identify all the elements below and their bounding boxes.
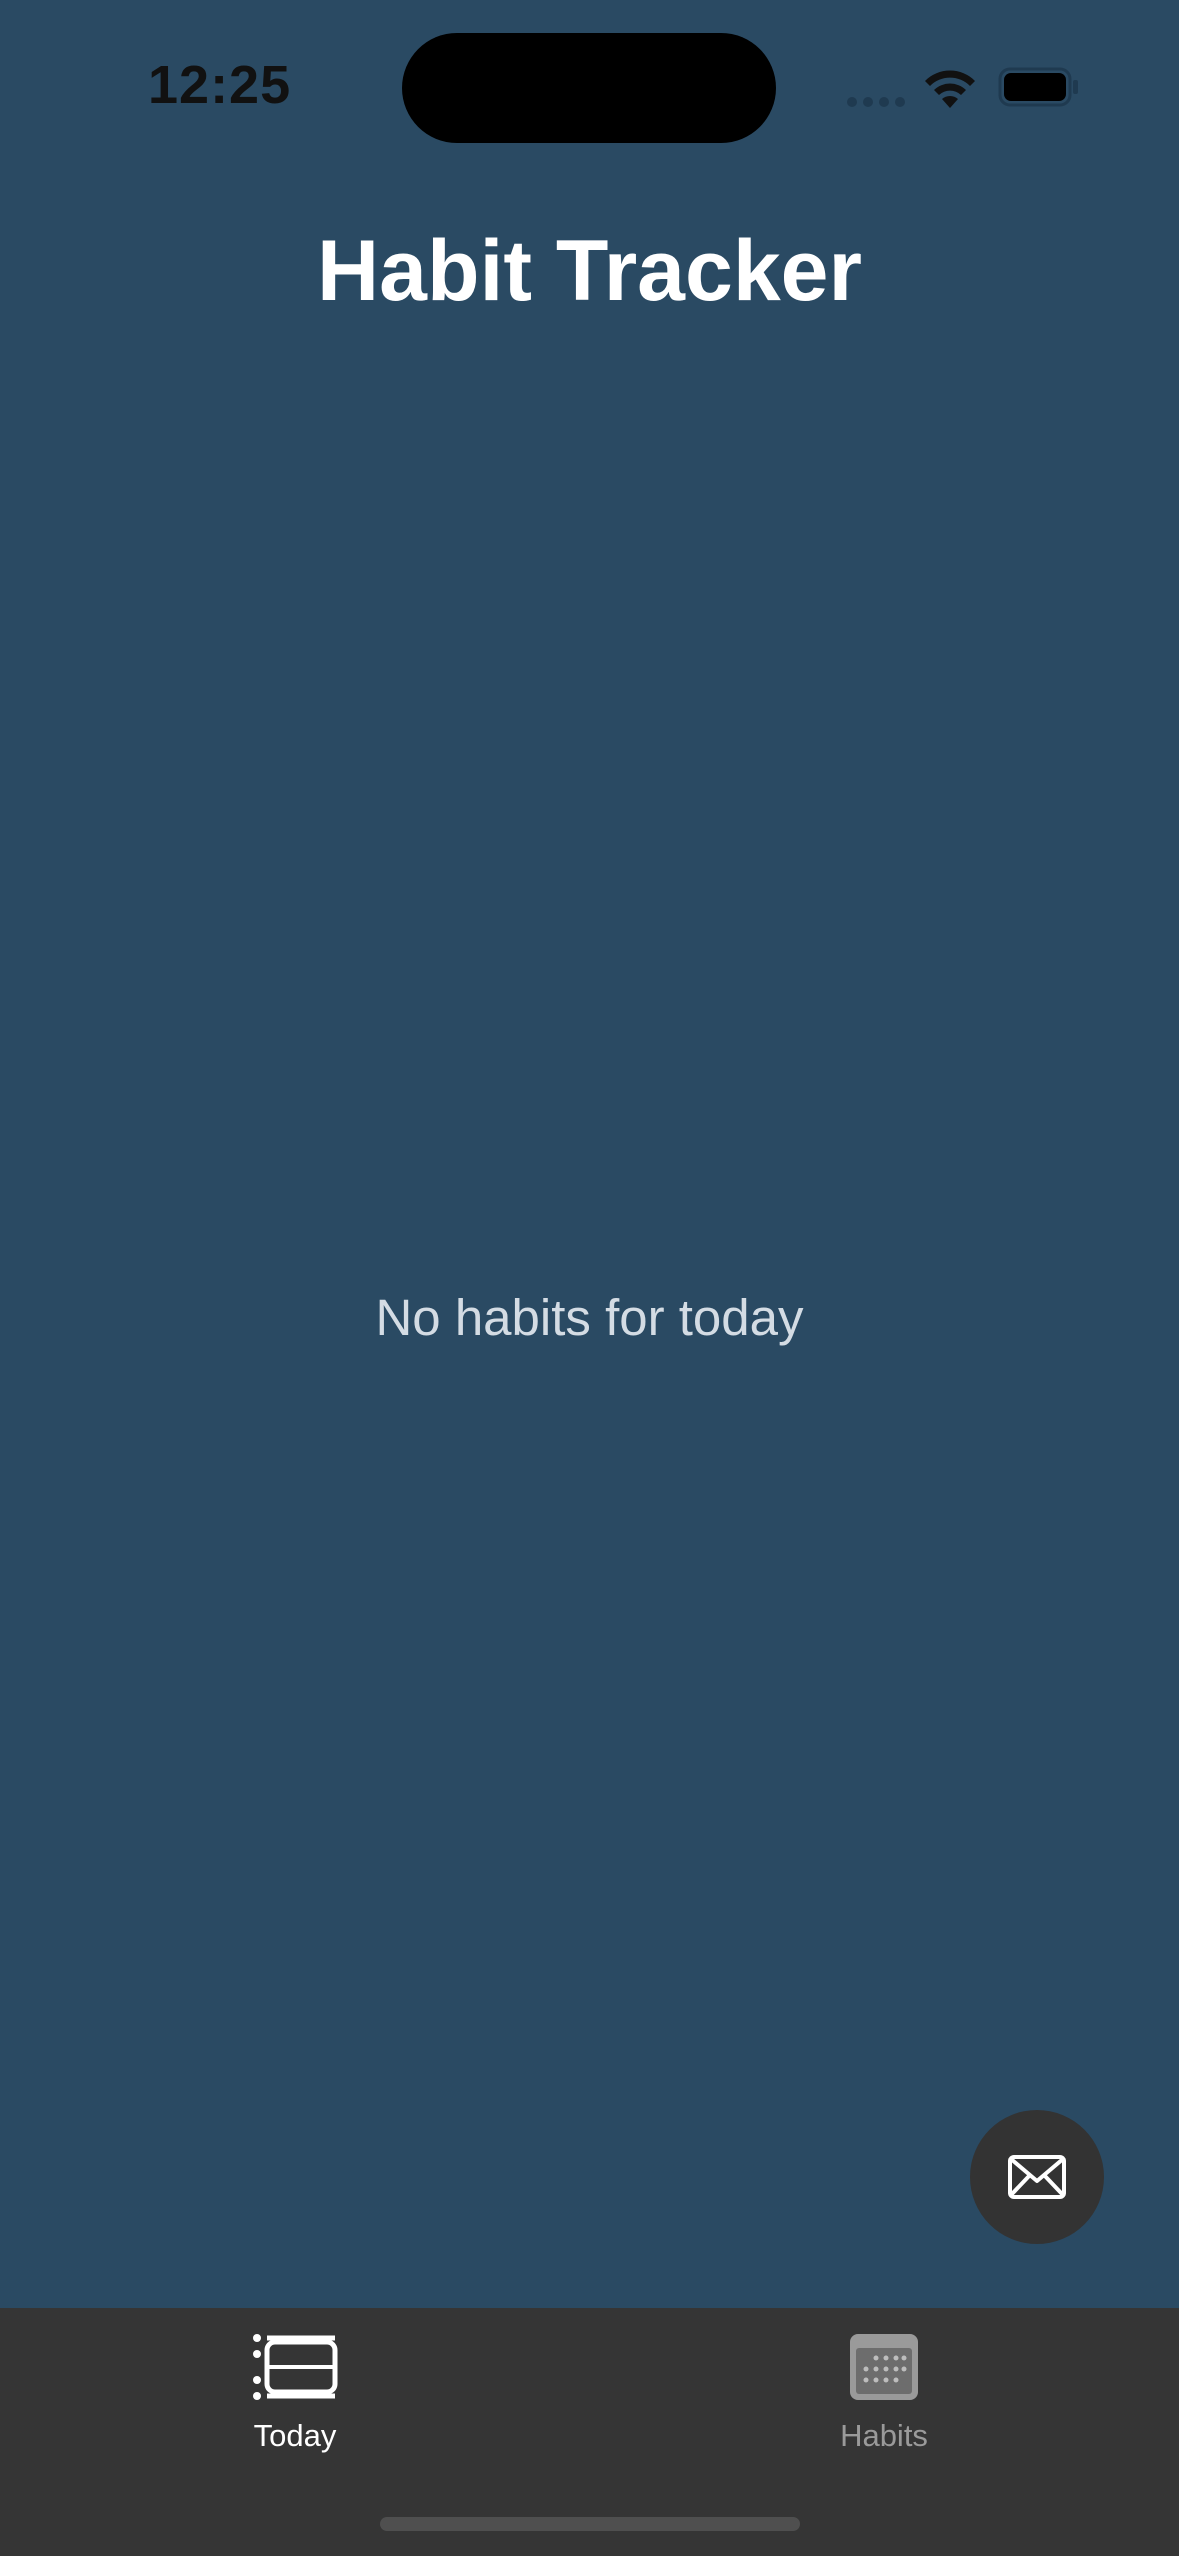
page-title: Habit Tracker	[317, 223, 862, 319]
empty-state-message: No habits for today	[375, 1289, 804, 1346]
tab-habits-label: Habits	[840, 2418, 928, 2453]
message-fab-button[interactable]	[970, 2110, 1104, 2244]
tab-today-label: Today	[253, 2418, 337, 2453]
envelope-icon	[1008, 2155, 1066, 2199]
calendar-icon	[850, 2334, 918, 2400]
cellular-signal-icon	[847, 97, 905, 107]
status-time: 12:25	[148, 55, 292, 115]
dynamic-island	[402, 33, 776, 143]
wifi-icon	[925, 70, 975, 108]
app-screen: 12:25 Habit Tracker No habits for today	[0, 0, 1179, 2556]
battery-icon	[998, 67, 1078, 107]
home-indicator[interactable]	[380, 2517, 800, 2531]
tab-today[interactable]: Today	[145, 2308, 445, 2468]
tab-habits[interactable]: Habits	[734, 2308, 1034, 2468]
today-list-icon	[253, 2334, 338, 2400]
